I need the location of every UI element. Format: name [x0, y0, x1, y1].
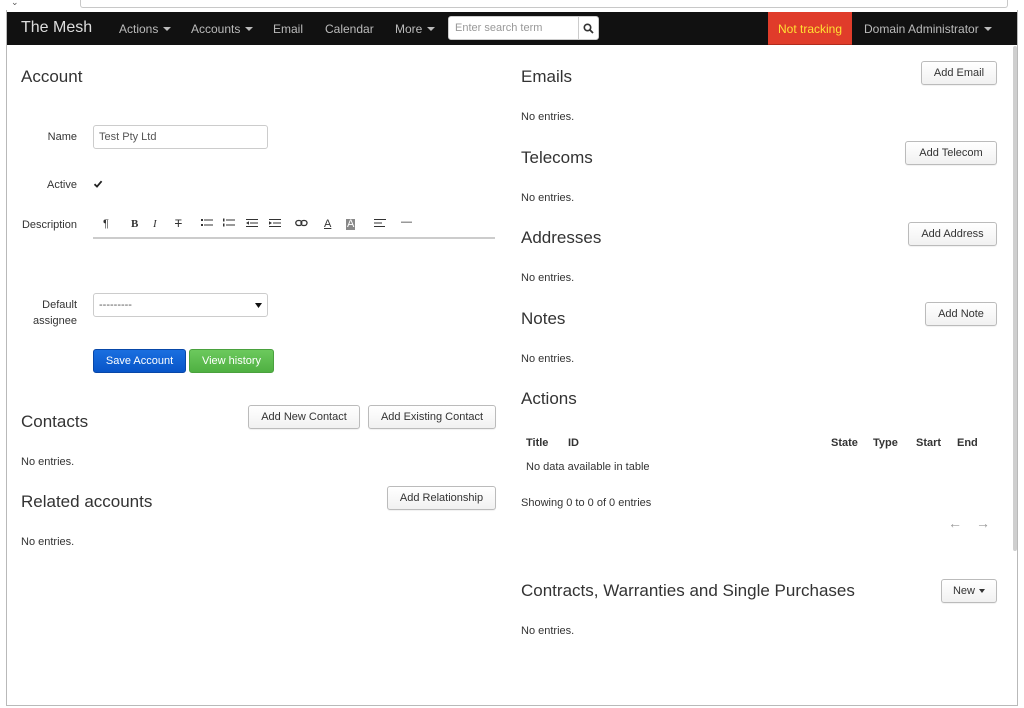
chevron-down-icon: ⌄: [11, 0, 19, 7]
add-existing-contact-button[interactable]: Add Existing Contact: [368, 405, 496, 429]
telecoms-heading: Telecoms: [521, 148, 593, 167]
link-icon[interactable]: [295, 218, 308, 231]
emails-empty-text: No entries.: [521, 111, 575, 123]
nav-calendar[interactable]: Calendar: [325, 22, 374, 36]
bullet-list-icon[interactable]: [201, 218, 213, 231]
nav-actions[interactable]: Actions: [119, 22, 172, 36]
default-assignee-label-line1: Default: [42, 299, 77, 311]
strikethrough-icon[interactable]: T: [175, 218, 182, 230]
addresses-empty-text: No entries.: [521, 272, 575, 284]
dropdown-arrow-icon: [255, 302, 262, 308]
next-page-arrow-icon[interactable]: →: [976, 515, 990, 531]
checkmark-icon: [93, 180, 103, 188]
name-field[interactable]: Test Pty Ltd: [93, 125, 268, 149]
add-relationship-button[interactable]: Add Relationship: [387, 486, 496, 510]
add-new-contact-button[interactable]: Add New Contact: [248, 405, 360, 429]
new-contract-label: New: [952, 585, 975, 597]
horizontal-rule-icon[interactable]: —: [401, 216, 412, 228]
telecoms-empty-text: No entries.: [521, 192, 575, 204]
user-menu[interactable]: Domain Administrator: [864, 22, 992, 36]
view-history-button[interactable]: View history: [189, 349, 274, 373]
actions-heading: Actions: [521, 389, 577, 408]
emails-heading: Emails: [521, 67, 573, 86]
add-address-button[interactable]: Add Address: [908, 222, 997, 246]
vertical-scrollbar[interactable]: [1013, 46, 1017, 551]
related-accounts-empty-text: No entries.: [21, 536, 75, 548]
nav-more-label: More: [395, 22, 423, 36]
search-icon: [583, 22, 594, 34]
italic-icon[interactable]: I: [153, 218, 157, 230]
paragraph-format-icon[interactable]: ¶: [103, 218, 109, 230]
search-input[interactable]: [448, 16, 579, 40]
nav-actions-label: Actions: [119, 22, 159, 36]
notes-heading: Notes: [521, 309, 566, 328]
column-header-title[interactable]: Title: [526, 437, 548, 449]
addresses-heading: Addresses: [521, 228, 602, 247]
save-account-button[interactable]: Save Account: [93, 349, 186, 373]
highlight-color-icon[interactable]: A: [346, 219, 356, 230]
contacts-empty-text: No entries.: [21, 456, 75, 468]
align-icon[interactable]: [374, 218, 386, 231]
default-assignee-select[interactable]: ---------: [93, 293, 268, 317]
default-assignee-label-line2: assignee: [32, 315, 77, 327]
numbered-list-icon[interactable]: [223, 218, 235, 231]
caret-down-icon: [979, 589, 985, 593]
caret-down-icon: [163, 26, 172, 31]
column-header-end[interactable]: End: [957, 437, 978, 449]
previous-page-arrow-icon[interactable]: ←: [948, 515, 962, 531]
related-accounts-heading: Related accounts: [21, 492, 153, 511]
add-telecom-button[interactable]: Add Telecom: [905, 141, 997, 165]
nav-email[interactable]: Email: [273, 22, 303, 36]
bold-icon[interactable]: B: [131, 218, 138, 230]
tracking-status-button[interactable]: Not tracking: [768, 12, 852, 45]
text-color-icon[interactable]: A: [324, 218, 331, 230]
contracts-empty-text: No entries.: [521, 625, 575, 637]
nav-more[interactable]: More: [395, 22, 436, 36]
name-label: Name: [47, 131, 77, 143]
actions-empty-row: No data available in table: [526, 461, 650, 473]
caret-down-icon: [983, 26, 992, 31]
outdent-icon[interactable]: [246, 218, 258, 231]
search-button[interactable]: [578, 16, 599, 40]
active-label: Active: [47, 179, 77, 191]
new-contract-button[interactable]: New: [941, 579, 997, 603]
nav-accounts-label: Accounts: [191, 22, 241, 36]
default-assignee-value: ---------: [99, 299, 132, 311]
indent-icon[interactable]: [269, 218, 281, 231]
caret-down-icon: [427, 26, 436, 31]
browser-chrome: ⌄: [0, 0, 1024, 12]
top-navbar: The Mesh Actions Accounts Email Calendar…: [7, 12, 1017, 45]
address-bar[interactable]: [80, 0, 1008, 8]
account-heading: Account: [21, 67, 83, 86]
add-email-button[interactable]: Add Email: [921, 61, 997, 85]
column-header-state[interactable]: State: [831, 437, 858, 449]
description-editor-toolbar: ¶ B I T A A —: [93, 215, 495, 239]
notes-empty-text: No entries.: [521, 353, 575, 365]
active-checkbox[interactable]: [93, 179, 103, 189]
column-header-id[interactable]: ID: [568, 437, 579, 449]
description-label: Description: [21, 219, 77, 231]
user-menu-label: Domain Administrator: [864, 22, 979, 36]
caret-down-icon: [245, 26, 254, 31]
add-note-button[interactable]: Add Note: [925, 302, 997, 326]
nav-accounts[interactable]: Accounts: [191, 22, 254, 36]
column-header-type[interactable]: Type: [873, 437, 898, 449]
name-value: Test Pty Ltd: [99, 131, 157, 143]
column-header-start[interactable]: Start: [916, 437, 941, 449]
actions-table-info: Showing 0 to 0 of 0 entries: [521, 497, 652, 509]
contracts-heading: Contracts, Warranties and Single Purchas…: [521, 581, 855, 600]
brand-logo[interactable]: The Mesh: [21, 19, 92, 37]
contacts-heading: Contacts: [21, 412, 89, 431]
